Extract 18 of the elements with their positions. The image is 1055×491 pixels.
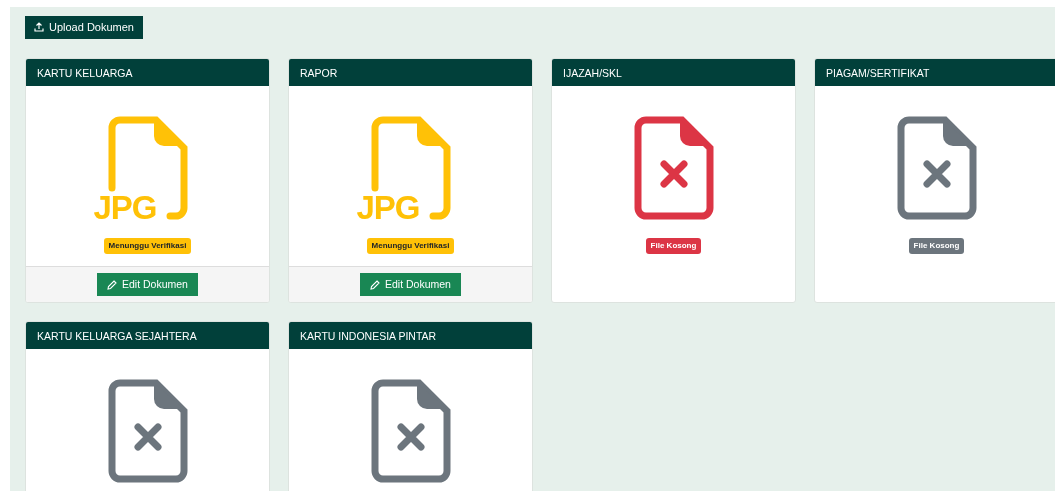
card-title: KARTU KELUARGA	[26, 59, 269, 86]
status-badge: Menunggu Verifikasi	[366, 238, 455, 254]
card-title: PIAGAM/SERTIFIKAT	[815, 59, 1055, 86]
upload-icon	[34, 22, 44, 32]
status-badge: File Kosong	[908, 238, 965, 254]
edit-button[interactable]: Edit Dokumen	[97, 273, 198, 296]
pencil-icon	[370, 279, 380, 290]
card-title: KARTU KELUARGA SEJAHTERA	[26, 322, 269, 349]
card-title: KARTU INDONESIA PINTAR	[289, 322, 532, 349]
card-title: IJAZAH/SKL	[552, 59, 795, 86]
card-title: RAPOR	[289, 59, 532, 86]
upload-button[interactable]: Upload Dokumen	[25, 15, 143, 39]
pencil-icon	[107, 279, 117, 290]
edit-button[interactable]: Edit Dokumen	[360, 273, 461, 296]
file-type-label: JPG	[356, 191, 420, 224]
file-type-label: JPG	[93, 191, 157, 224]
status-badge: File Kosong	[645, 238, 702, 254]
status-badge: Menunggu Verifikasi	[103, 238, 192, 254]
